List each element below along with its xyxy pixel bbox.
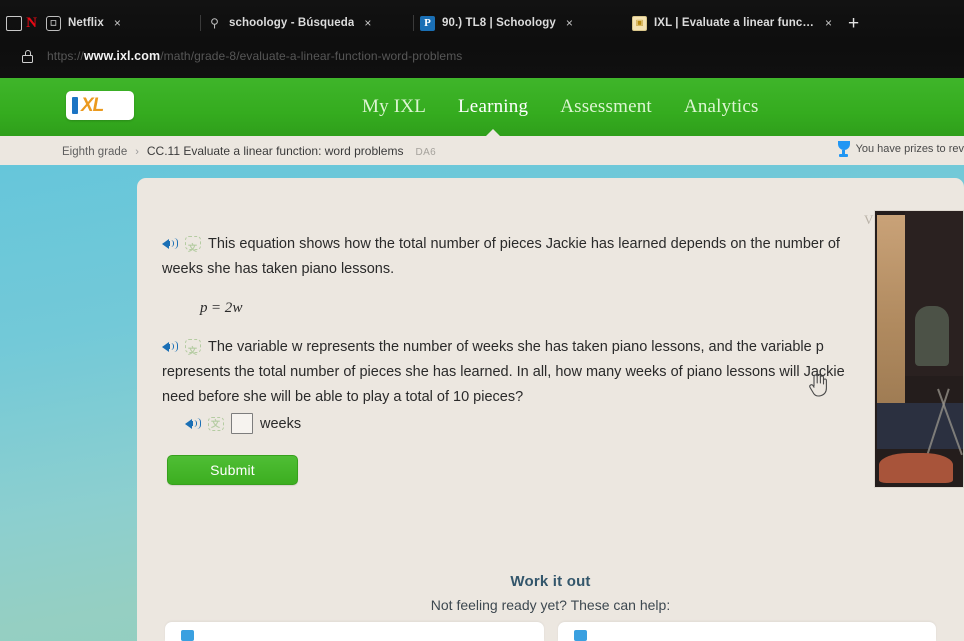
- video-door: [877, 215, 905, 415]
- help-cards: [137, 622, 964, 641]
- ixl-top-nav: XL My IXL Learning Assessment Analytics: [0, 78, 964, 136]
- audio-speaker-icon[interactable]: [162, 237, 179, 250]
- hand-cursor-icon: [809, 373, 827, 397]
- audio-speaker-icon[interactable]: [185, 417, 202, 430]
- breadcrumb-bar: Eighth grade › CC.11 Evaluate a linear f…: [0, 136, 964, 165]
- video-panel-label: V: [864, 212, 874, 227]
- work-it-out-subtitle: Not feeling ready yet? These can help:: [430, 597, 671, 613]
- answer-row: 文 weeks: [185, 413, 301, 434]
- breadcrumb: Eighth grade › CC.11 Evaluate a linear f…: [0, 144, 436, 158]
- answer-input[interactable]: [231, 413, 253, 434]
- prizes-notice[interactable]: You have prizes to rev: [837, 141, 964, 157]
- url-path: /math/grade-8/evaluate-a-linear-function…: [160, 49, 463, 63]
- prizes-text: You have prizes to rev: [855, 143, 964, 155]
- breadcrumb-grade[interactable]: Eighth grade: [62, 146, 127, 158]
- url-host: www.ixl.com: [83, 49, 161, 63]
- translate-icon[interactable]: 文: [185, 339, 201, 356]
- browser-tab-title: Netflix: [68, 17, 104, 29]
- ixl-logo-text: XL: [81, 94, 104, 116]
- browser-tabstrip: N ◻ Netflix × ⚲ schoology - Búsqueda × P…: [0, 6, 964, 40]
- help-card[interactable]: [165, 622, 544, 641]
- browser-tab-schoology[interactable]: P 90.) TL8 | Schoology ×: [414, 8, 626, 38]
- breadcrumb-separator-icon: ›: [135, 145, 139, 158]
- new-tab-button[interactable]: +: [838, 14, 869, 33]
- browser-chrome: N ◻ Netflix × ⚲ schoology - Búsqueda × P…: [0, 0, 964, 78]
- video-lesson-icon: [181, 630, 194, 641]
- browser-tab-title: IXL | Evaluate a linear function: w: [654, 17, 815, 29]
- browser-tab-title: schoology - Búsqueda: [229, 17, 355, 29]
- video-lesson-icon: [573, 630, 587, 641]
- question-card: 文 This equation shows how the total numb…: [137, 178, 964, 641]
- work-it-out-title: Work it out: [510, 573, 591, 590]
- video-panel[interactable]: [874, 210, 964, 488]
- work-it-out-section: Work it out Not feeling ready yet? These…: [137, 573, 964, 613]
- translate-icon[interactable]: 文: [185, 236, 201, 253]
- browser-tab-title: 90.) TL8 | Schoology: [442, 17, 556, 29]
- nav-item-my-ixl[interactable]: My IXL: [360, 96, 428, 118]
- equation-left: p: [200, 300, 208, 316]
- ixl-logo-bar-icon: [72, 97, 78, 114]
- screen: N ◻ Netflix × ⚲ schoology - Búsqueda × P…: [0, 0, 964, 641]
- audio-speaker-icon[interactable]: [162, 340, 179, 353]
- browser-tab-schoology-search[interactable]: ⚲ schoology - Búsqueda ×: [201, 8, 413, 38]
- url-scheme: https://: [47, 49, 84, 63]
- tab-close-icon[interactable]: ×: [825, 17, 832, 29]
- question-body: 文 This equation shows how the total numb…: [162, 232, 862, 410]
- tab-favicon-netflix-n: N: [22, 8, 40, 38]
- tab-close-icon[interactable]: ×: [566, 17, 573, 29]
- nav-item-assessment[interactable]: Assessment: [558, 96, 654, 118]
- breadcrumb-skill: CC.11 Evaluate a linear function: word p…: [146, 143, 404, 158]
- nav-item-learning[interactable]: Learning: [456, 96, 530, 118]
- netflix-n-icon: N: [26, 15, 37, 31]
- submit-button[interactable]: Submit: [167, 455, 298, 485]
- help-card[interactable]: [557, 622, 936, 641]
- browser-address-bar[interactable]: https:// www.ixl.com /math/grade-8/evalu…: [0, 42, 964, 70]
- tab-close-icon[interactable]: ×: [114, 17, 121, 29]
- question-equation: p = 2w: [200, 300, 862, 317]
- ixl-nav-links: My IXL Learning Assessment Analytics: [360, 78, 761, 136]
- equation-right: 2w: [224, 300, 243, 316]
- equation-operator: =: [211, 300, 221, 316]
- translate-icon[interactable]: 文: [208, 416, 224, 431]
- question-paragraph-1-row: 文 This equation shows how the total numb…: [162, 232, 862, 282]
- question-paragraph-1: This equation shows how the total number…: [162, 236, 840, 277]
- schoology-icon: P: [420, 15, 435, 31]
- video-rug: [879, 453, 953, 483]
- ixl-icon: ▣: [632, 15, 647, 31]
- nav-item-analytics[interactable]: Analytics: [682, 96, 761, 118]
- question-paragraph-2: The variable w represents the number of …: [162, 339, 845, 405]
- answer-unit-label: weeks: [260, 415, 302, 432]
- window-restore-button[interactable]: [6, 15, 22, 31]
- tab-close-icon[interactable]: ×: [364, 17, 371, 29]
- search-icon: ⚲: [210, 16, 219, 30]
- trophy-icon: [837, 141, 851, 157]
- browser-tab-ixl[interactable]: ▣ IXL | Evaluate a linear function: w ×: [626, 8, 838, 38]
- breadcrumb-skill-code: DA6: [415, 146, 437, 158]
- netflix-icon: ◻: [46, 15, 61, 31]
- video-person: [915, 306, 949, 366]
- ixl-logo[interactable]: XL: [66, 91, 134, 120]
- browser-tab-netflix[interactable]: ◻ Netflix ×: [40, 8, 200, 38]
- question-paragraph-2-row: 文 The variable w represents the number o…: [162, 335, 862, 410]
- lock-icon: [22, 49, 33, 63]
